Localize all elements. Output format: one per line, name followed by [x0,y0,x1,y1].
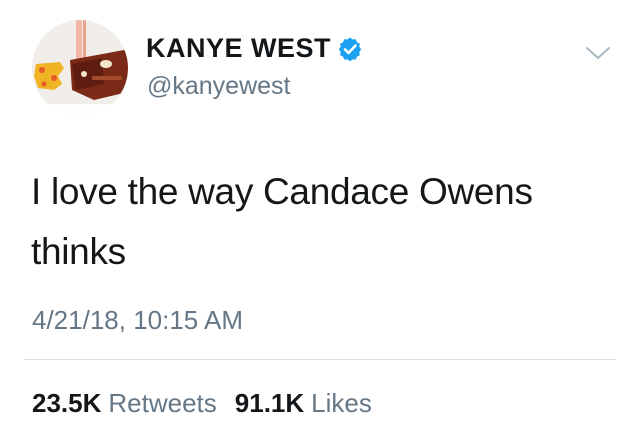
user-handle[interactable]: @kanyewest [147,72,291,101]
likes-label: Likes [311,388,372,418]
avatar-image [32,20,128,116]
divider [24,359,616,360]
likes-stat[interactable]: 91.1K Likes [235,388,372,419]
chevron-down-icon[interactable] [583,42,613,64]
likes-count: 91.1K [234,388,305,418]
verified-badge-icon [338,37,362,62]
tweet-stats: 23.5K Retweets 91.1K Likes [32,388,372,419]
retweets-label: Retweets [108,388,217,418]
retweets-count: 23.5K [32,388,102,418]
tweet-timestamp[interactable]: 4/21/18, 10:15 AM [32,305,243,336]
display-name[interactable]: KANYE WEST [146,33,331,64]
avatar[interactable] [32,20,128,116]
tweet-text: I love the way Candace Owens thinks [31,171,533,272]
retweets-stat[interactable]: 23.5K Retweets [32,388,217,419]
